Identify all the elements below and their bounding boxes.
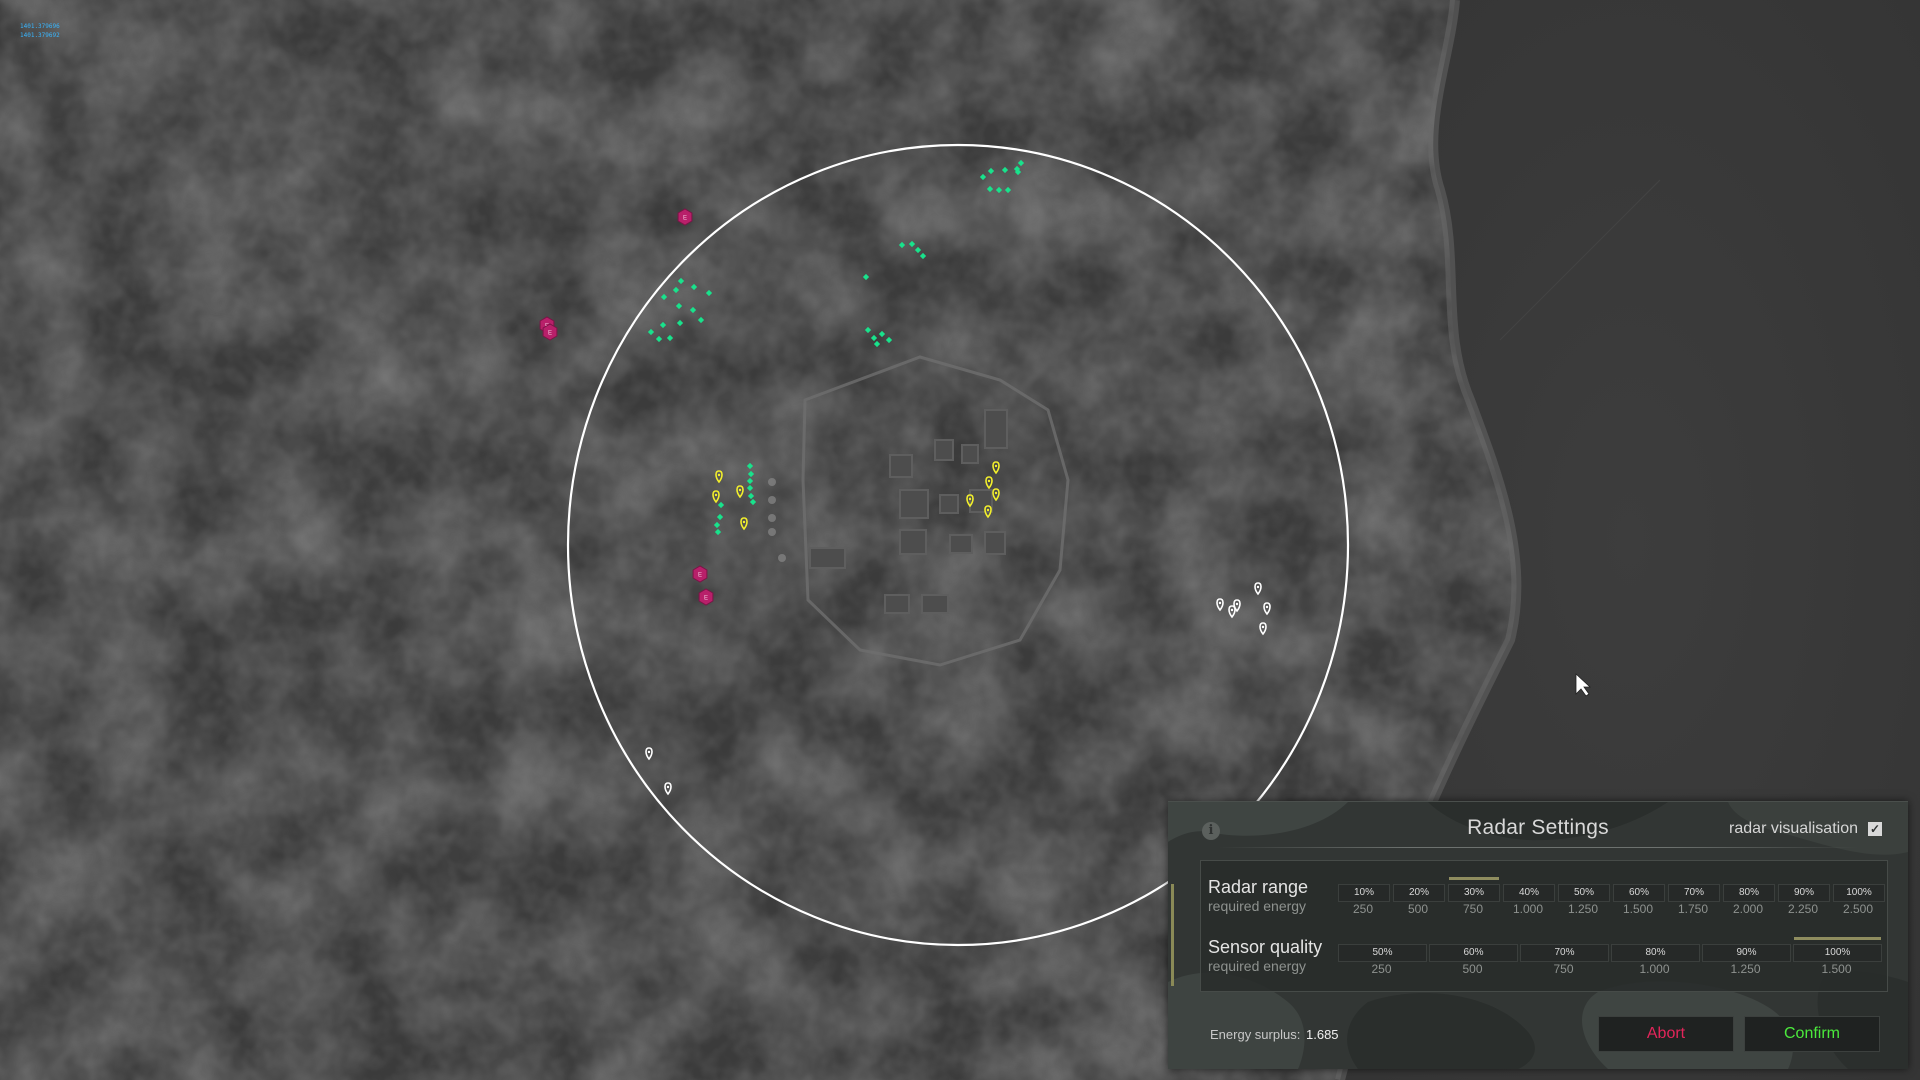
sensor-quality-option[interactable]: 100% bbox=[1793, 944, 1882, 962]
sensor-quality-energy: 1.500 bbox=[1793, 962, 1880, 976]
confirm-button[interactable]: Confirm bbox=[1744, 1016, 1880, 1052]
energy-surplus-value: 1.685 bbox=[1306, 1027, 1339, 1042]
sensor-quality-option[interactable]: 90% bbox=[1702, 944, 1791, 962]
radar-settings-content: i Radar Settings radar visualisation ✓ R… bbox=[1168, 802, 1908, 1069]
radar-range-option[interactable]: 20% bbox=[1393, 884, 1445, 902]
abort-button[interactable]: Abort bbox=[1598, 1016, 1734, 1052]
radar-range-option[interactable]: 70% bbox=[1668, 884, 1720, 902]
enemy-marker-label: E bbox=[683, 216, 687, 222]
enemy-marker[interactable]: E bbox=[678, 209, 692, 225]
sensor-quality-label: Sensor quality bbox=[1208, 937, 1322, 958]
radar-range-energy: 1.000 bbox=[1503, 902, 1553, 916]
sensor-quality-energy: 500 bbox=[1429, 962, 1516, 976]
sensor-quality-energy: 750 bbox=[1520, 962, 1607, 976]
radar-range-option[interactable]: 60% bbox=[1613, 884, 1665, 902]
sensor-quality-energy: 250 bbox=[1338, 962, 1425, 976]
radar-range-option[interactable]: 100% bbox=[1833, 884, 1885, 902]
radar-settings-panel: i Radar Settings radar visualisation ✓ R… bbox=[1168, 801, 1908, 1069]
sensor-quality-sub-label: required energy bbox=[1208, 958, 1306, 974]
radar-range-energy: 250 bbox=[1338, 902, 1388, 916]
debug-coordinates: 1401.379696 1401.379692 bbox=[20, 22, 60, 40]
debug-coordinate-line: 1401.379692 bbox=[20, 31, 60, 40]
enemy-marker[interactable]: E bbox=[543, 324, 557, 340]
radar-range-label: Radar range bbox=[1208, 877, 1308, 898]
enemy-marker[interactable]: E bbox=[693, 566, 707, 582]
radar-range-energy: 2.500 bbox=[1833, 902, 1883, 916]
radar-visualisation-checkbox[interactable]: ✓ bbox=[1868, 822, 1882, 836]
enemy-marker-label: E bbox=[698, 573, 702, 579]
radar-range-energy: 750 bbox=[1448, 902, 1498, 916]
enemy-marker-label: E bbox=[548, 331, 552, 337]
radar-range-energy: 500 bbox=[1393, 902, 1443, 916]
radar-range-energy: 1.250 bbox=[1558, 902, 1608, 916]
radar-range-option[interactable]: 10% bbox=[1338, 884, 1390, 902]
radar-range-sub-label: required energy bbox=[1208, 898, 1306, 914]
debug-coordinate-line: 1401.379696 bbox=[20, 22, 60, 31]
radar-range-option[interactable]: 90% bbox=[1778, 884, 1830, 902]
left-accent-bar bbox=[1171, 884, 1174, 986]
sensor-quality-energy: 1.250 bbox=[1702, 962, 1789, 976]
radar-visualisation-label: radar visualisation bbox=[1729, 820, 1858, 838]
radar-range-option[interactable]: 80% bbox=[1723, 884, 1775, 902]
sensor-quality-energy: 1.000 bbox=[1611, 962, 1698, 976]
radar-range-energy: 1.750 bbox=[1668, 902, 1718, 916]
title-divider bbox=[1218, 847, 1858, 848]
energy-surplus-label: Energy surplus: bbox=[1210, 1027, 1300, 1042]
radar-range-option[interactable]: 40% bbox=[1503, 884, 1555, 902]
radar-range-option[interactable]: 50% bbox=[1558, 884, 1610, 902]
sensor-quality-option[interactable]: 80% bbox=[1611, 944, 1700, 962]
radar-range-option[interactable]: 30% bbox=[1448, 884, 1500, 902]
radar-range-energy: 2.250 bbox=[1778, 902, 1828, 916]
enemy-marker[interactable]: E bbox=[699, 589, 713, 605]
sensor-quality-option[interactable]: 50% bbox=[1338, 944, 1427, 962]
sensor-quality-option[interactable]: 70% bbox=[1520, 944, 1609, 962]
sensor-quality-option[interactable]: 60% bbox=[1429, 944, 1518, 962]
radar-range-energy: 2.000 bbox=[1723, 902, 1773, 916]
enemy-marker-label: E bbox=[704, 596, 708, 602]
radar-range-energy: 1.500 bbox=[1613, 902, 1663, 916]
